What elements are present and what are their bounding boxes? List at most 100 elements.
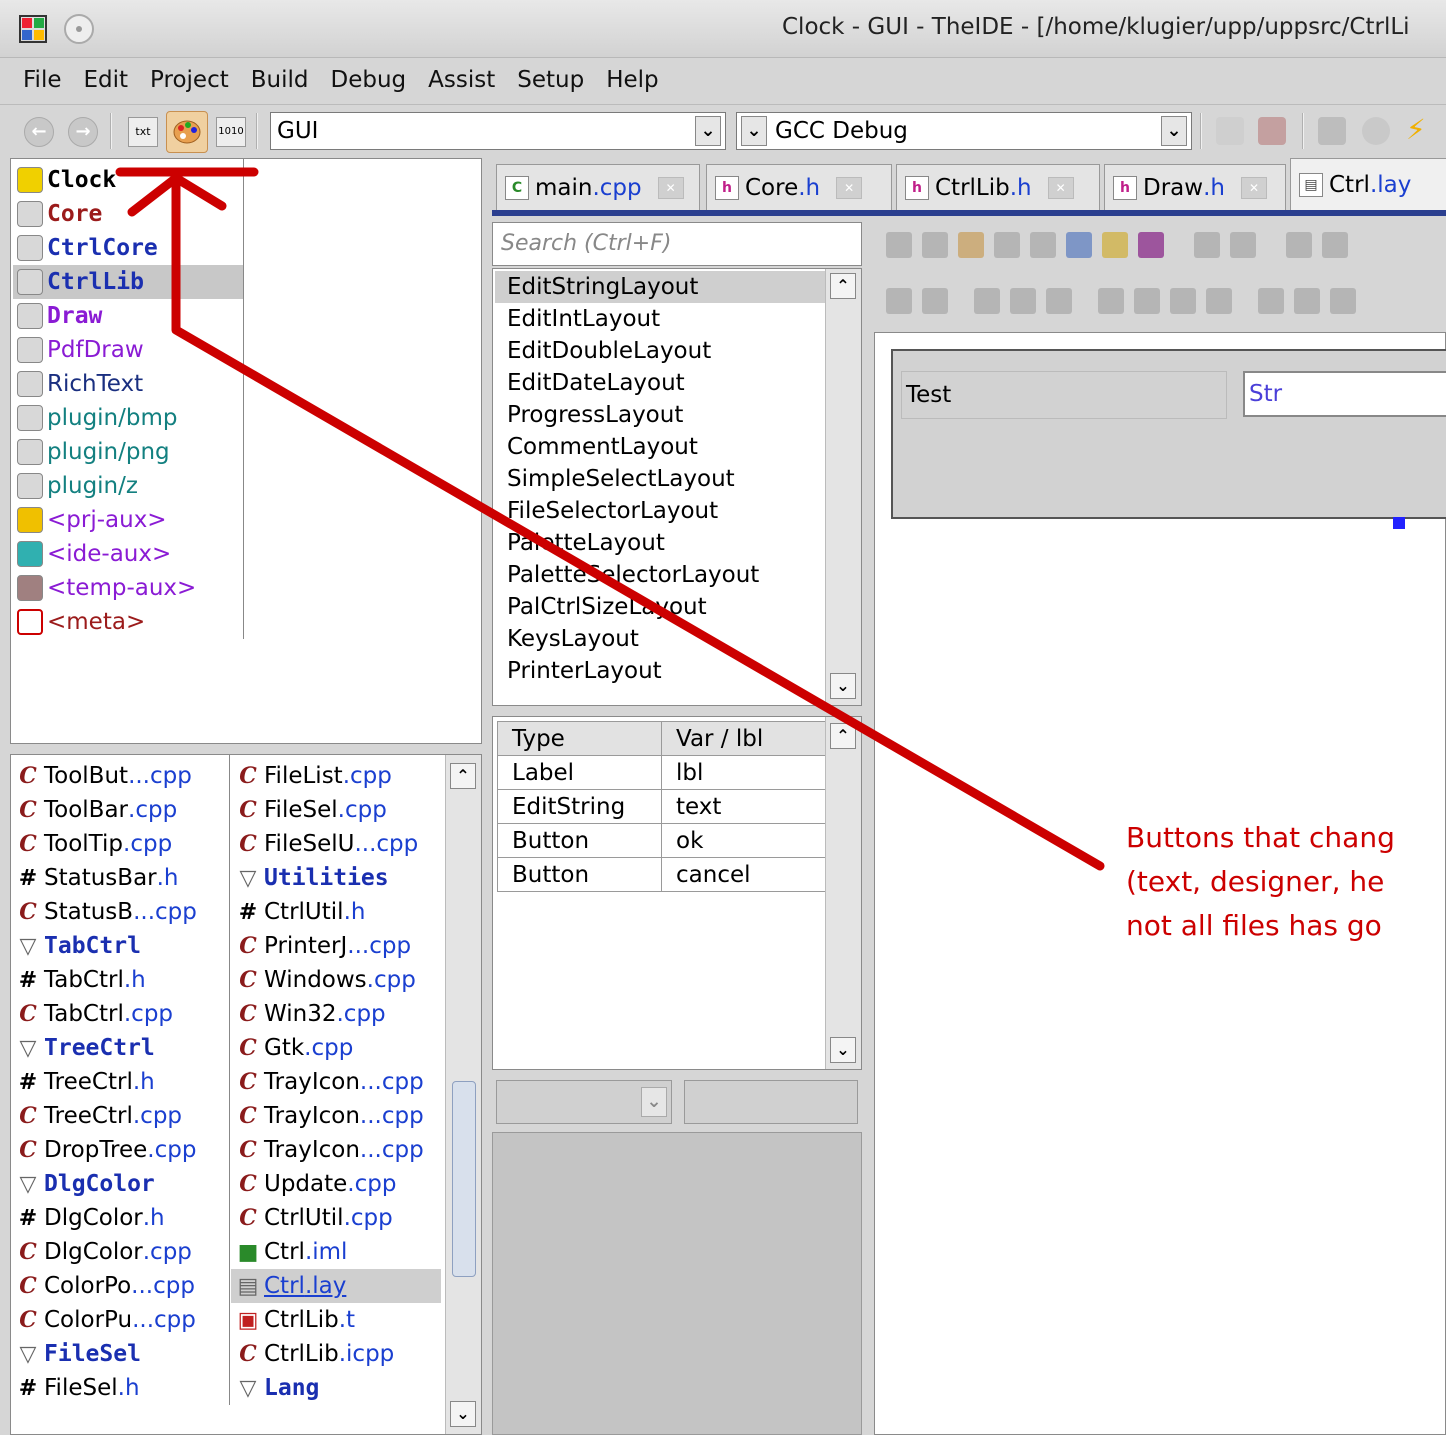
cut-icon[interactable] <box>886 232 912 258</box>
layout-item[interactable]: PaletteLayout <box>493 527 823 559</box>
file-item[interactable]: ▤ Ctrl .lay <box>231 1269 441 1303</box>
scroll-up-icon[interactable]: ⌃ <box>830 723 856 749</box>
tab-ctrllib-h[interactable]: h CtrlLib .h ✕ <box>896 164 1100 210</box>
file-item[interactable]: C FileSelU ...cpp <box>231 827 441 861</box>
menu-project[interactable]: Project <box>139 67 240 93</box>
close-icon[interactable]: ✕ <box>657 176 684 199</box>
copy-icon[interactable] <box>922 232 948 258</box>
item-table-scrollbar[interactable]: ⌃ ⌄ <box>825 717 861 1069</box>
layout-search-input[interactable]: Search (Ctrl+F) <box>492 222 862 266</box>
table-cell[interactable]: EditString <box>497 789 662 824</box>
align-center-icon[interactable] <box>1010 288 1036 314</box>
tab-draw-h[interactable]: h Draw .h ✕ <box>1104 164 1286 210</box>
file-item[interactable]: ▣ CtrlLib .t <box>231 1303 441 1337</box>
file-item[interactable]: # TreeCtrl .h <box>11 1065 229 1099</box>
package-item[interactable]: CtrlLib <box>11 265 243 299</box>
layout-form[interactable]: Test Str <box>891 349 1446 519</box>
file-item[interactable]: C FileList .cpp <box>231 759 441 793</box>
file-item[interactable]: C FileSel .cpp <box>231 793 441 827</box>
move-up-icon[interactable] <box>1286 232 1312 258</box>
menu-build[interactable]: Build <box>240 67 320 93</box>
align-vcenter-icon[interactable] <box>922 288 948 314</box>
table-row[interactable]: Label lbl <box>497 755 826 790</box>
scroll-thumb[interactable] <box>452 1081 476 1277</box>
package-item[interactable]: Draw <box>11 299 243 333</box>
file-item[interactable]: C StatusB ...cpp <box>11 895 229 929</box>
layout-item[interactable]: EditStringLayout <box>493 271 823 303</box>
package-item[interactable]: Core <box>11 197 243 231</box>
file-item[interactable]: C TrayIcon ...cpp <box>231 1065 441 1099</box>
delete-icon[interactable] <box>994 232 1020 258</box>
file-item[interactable]: ▽ DlgColor <box>11 1167 229 1201</box>
table-row[interactable]: Button ok <box>497 823 826 858</box>
layout-item[interactable]: EditDoubleLayout <box>493 335 823 367</box>
file-item[interactable]: C ToolBut ...cpp <box>11 759 229 793</box>
package-item[interactable]: <ide-aux> <box>11 537 243 571</box>
align-hcenter-icon[interactable] <box>886 288 912 314</box>
file-item[interactable]: ▽ TreeCtrl <box>11 1031 229 1065</box>
layout-item[interactable]: PrinterLayout <box>493 655 823 687</box>
layout-item[interactable]: PaletteSelectorLayout <box>493 559 823 591</box>
paste-icon[interactable] <box>958 232 984 258</box>
file-item[interactable]: # StatusBar .h <box>11 861 229 895</box>
back-arrow-icon[interactable]: ← <box>24 117 54 147</box>
scroll-up-icon[interactable]: ⌃ <box>830 273 856 299</box>
resize-handle[interactable] <box>1393 517 1405 529</box>
table-cell[interactable]: Button <box>497 823 662 858</box>
column-header-var[interactable]: Var / lbl <box>661 721 826 756</box>
chevron-down-icon[interactable]: ⌄ <box>641 1087 667 1117</box>
layout-item[interactable]: ProgressLayout <box>493 399 823 431</box>
same-height-icon[interactable] <box>1294 288 1320 314</box>
app-icon[interactable] <box>18 14 48 44</box>
tab-ctrl-lay[interactable]: ▤ Ctrl .lay <box>1290 158 1446 210</box>
package-item[interactable]: Clock <box>11 163 243 197</box>
package-item[interactable]: plugin/z <box>11 469 243 503</box>
table-cell[interactable]: cancel <box>661 857 826 892</box>
file-item[interactable]: C ColorPo ...cpp <box>11 1269 229 1303</box>
item-type-select[interactable]: ⌄ <box>496 1080 672 1124</box>
align-left-icon[interactable] <box>974 288 1000 314</box>
file-list-scrollbar[interactable]: ⌃ ⌄ <box>445 755 481 1434</box>
file-item[interactable]: C Win32 .cpp <box>231 997 441 1031</box>
file-item[interactable]: C CtrlUtil .cpp <box>231 1201 441 1235</box>
file-item[interactable]: C TrayIcon ...cpp <box>231 1133 441 1167</box>
align-right-icon[interactable] <box>1046 288 1072 314</box>
menu-file[interactable]: File <box>12 67 73 93</box>
designer-mode-button[interactable] <box>166 111 208 153</box>
menu-debug[interactable]: Debug <box>320 67 418 93</box>
text-mode-button[interactable]: txt <box>128 117 158 147</box>
file-item[interactable]: # DlgColor .h <box>11 1201 229 1235</box>
menu-edit[interactable]: Edit <box>73 67 140 93</box>
table-cell[interactable]: Button <box>497 857 662 892</box>
file-item[interactable]: ▽ Lang <box>231 1371 441 1405</box>
layout-item[interactable]: PalCtrlSizeLayout <box>493 591 823 623</box>
file-item[interactable]: C ColorPu ...cpp <box>11 1303 229 1337</box>
editstring-text[interactable]: Str <box>1243 371 1446 417</box>
layout-item[interactable]: KeysLayout <box>493 623 823 655</box>
file-item[interactable]: C Update .cpp <box>231 1167 441 1201</box>
file-item[interactable]: C Gtk .cpp <box>231 1031 441 1065</box>
file-item[interactable]: C CtrlLib .icpp <box>231 1337 441 1371</box>
package-item[interactable]: plugin/png <box>11 435 243 469</box>
file-item[interactable]: # TabCtrl .h <box>11 963 229 997</box>
hex-mode-button[interactable]: 1010 <box>216 117 246 147</box>
file-item[interactable]: # FileSel .h <box>11 1371 229 1405</box>
layout-item[interactable]: EditIntLayout <box>493 303 823 335</box>
tab-main-cpp[interactable]: Cmain .cpp ✕ <box>496 164 700 210</box>
file-item[interactable]: # CtrlUtil .h <box>231 895 441 929</box>
code-icon[interactable] <box>1138 232 1164 258</box>
move-down-icon[interactable] <box>1322 232 1348 258</box>
same-size-icon[interactable] <box>1330 288 1356 314</box>
table-cell[interactable]: lbl <box>661 755 826 790</box>
align-top-icon[interactable] <box>1098 288 1124 314</box>
table-row[interactable]: Button cancel <box>497 857 826 892</box>
close-icon[interactable]: ✕ <box>1240 176 1267 199</box>
file-item[interactable]: C TrayIcon ...cpp <box>231 1099 441 1133</box>
item-variable-field[interactable] <box>684 1080 858 1124</box>
package-item[interactable]: <temp-aux> <box>11 571 243 605</box>
file-item[interactable]: C PrinterJ ...cpp <box>231 929 441 963</box>
file-item[interactable]: C Windows .cpp <box>231 963 441 997</box>
table-cell[interactable]: text <box>661 789 826 824</box>
scroll-down-icon[interactable]: ⌄ <box>450 1401 476 1427</box>
package-item[interactable]: <meta> <box>11 605 243 639</box>
